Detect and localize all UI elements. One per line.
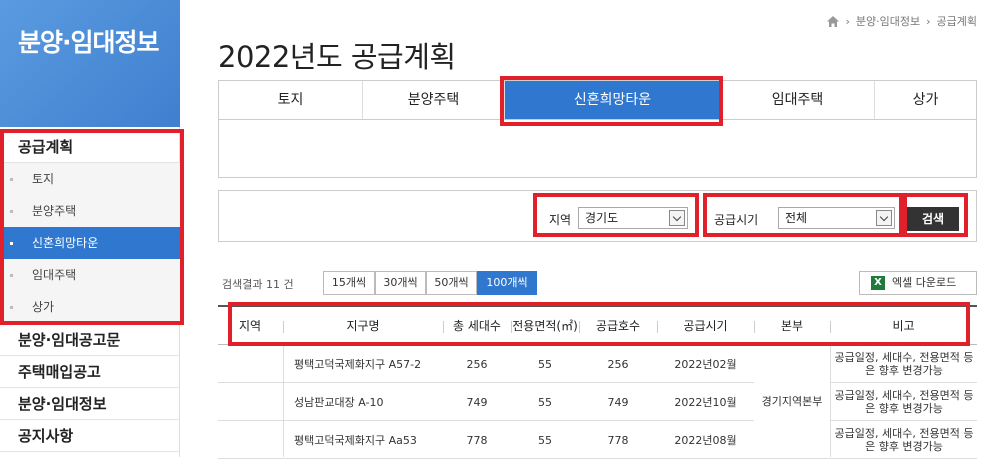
cell-region bbox=[218, 421, 282, 459]
tab-land[interactable]: 토지 bbox=[219, 81, 363, 119]
page-size-30[interactable]: 30개씩 bbox=[375, 271, 426, 295]
page-title: 2022년도 공급계획 bbox=[218, 40, 456, 74]
cell-region bbox=[218, 345, 282, 383]
cell-area: 55 bbox=[538, 433, 552, 447]
cell-note: 공급일정, 세대수, 전용면적 등은 향후 변경가능 bbox=[834, 351, 974, 377]
sidebar: 분양·임대정보 공급계획 토지 분양주택 신혼희망타운 임대주택 상가 분양·임… bbox=[0, 0, 180, 457]
chevron-right-icon: › bbox=[926, 14, 931, 28]
bullet-icon bbox=[10, 210, 13, 213]
sidebar-item-sale-housing[interactable]: 분양주택 bbox=[0, 195, 180, 227]
cell-period: 2022년10월 bbox=[674, 395, 737, 409]
excel-icon: X bbox=[871, 276, 885, 290]
sidebar-item-announcements[interactable]: 공지사항 bbox=[0, 420, 180, 452]
table-row: 평택고덕국제화지구 A57-2 256 55 256 2022년02월 공급일정… bbox=[218, 345, 977, 383]
breadcrumb: › 분양·임대정보 › 공급계획 bbox=[827, 13, 977, 29]
column-divider bbox=[830, 345, 831, 457]
cell-district[interactable]: 평택고덕국제화지구 A57-2 bbox=[294, 345, 439, 383]
sidebar-header: 분양·임대정보 bbox=[0, 0, 180, 127]
cell-supply: 749 bbox=[607, 395, 629, 409]
bullet-icon bbox=[10, 306, 13, 309]
col-hq: 본부 bbox=[780, 318, 804, 333]
bullet-icon bbox=[10, 242, 13, 245]
period-label: 공급시기 bbox=[714, 213, 759, 227]
cell-households: 749 bbox=[466, 395, 488, 409]
sidebar-item-newlywed-town[interactable]: 신혼희망타운 bbox=[0, 227, 180, 259]
cell-region bbox=[218, 383, 282, 421]
chevron-right-icon: › bbox=[845, 14, 850, 28]
region-select[interactable]: 경기도 bbox=[578, 207, 688, 229]
table-header: 지역 지구명 총 세대수 전용면적(㎡) 공급호수 공급시기 본부 비고 bbox=[218, 305, 977, 345]
sidebar-item-notice-docs[interactable]: 분양·임대공고문 bbox=[0, 324, 180, 356]
chevron-down-icon bbox=[876, 210, 892, 226]
col-region: 지역 bbox=[238, 318, 262, 333]
col-area: 전용면적(㎡) bbox=[512, 318, 578, 333]
tab-bar: 토지 분양주택 신혼희망타운 임대주택 상가 bbox=[218, 80, 977, 120]
breadcrumb-item[interactable]: 공급계획 bbox=[937, 13, 977, 29]
column-divider bbox=[283, 345, 284, 457]
page-size-15[interactable]: 15개씩 bbox=[323, 271, 375, 295]
table-row: 평택고덕국제화지구 Aa53 778 55 778 2022년08월 공급일정,… bbox=[218, 421, 977, 459]
cell-hq-merged: 경기지역본부 bbox=[754, 345, 830, 457]
sidebar-item-rental-housing[interactable]: 임대주택 bbox=[0, 259, 180, 291]
col-note: 비고 bbox=[892, 318, 915, 333]
sidebar-section-supply-plan[interactable]: 공급계획 bbox=[0, 131, 180, 163]
tab-newlywed-town[interactable]: 신혼희망타운 bbox=[505, 81, 721, 119]
excel-download-button[interactable]: X 엑셀 다운로드 bbox=[859, 271, 977, 295]
sidebar-item-housing-purchase[interactable]: 주택매입공고 bbox=[0, 356, 180, 388]
tab-commercial[interactable]: 상가 bbox=[875, 81, 976, 119]
col-district: 지구명 bbox=[346, 318, 380, 333]
cell-supply: 256 bbox=[607, 357, 629, 371]
breadcrumb-item[interactable]: 분양·임대정보 bbox=[856, 13, 920, 29]
sidebar-item-sale-rent-info[interactable]: 분양·임대정보 bbox=[0, 388, 180, 420]
chevron-down-icon bbox=[669, 210, 685, 226]
page-size-100[interactable]: 100개씩 bbox=[477, 271, 537, 295]
sidebar-item-commercial[interactable]: 상가 bbox=[0, 291, 180, 323]
cell-area: 55 bbox=[538, 395, 552, 409]
col-period: 공급시기 bbox=[683, 318, 728, 333]
cell-period: 2022년08월 bbox=[674, 433, 737, 447]
result-count: 검색결과 11 건 bbox=[222, 278, 294, 291]
sidebar-item-land[interactable]: 토지 bbox=[0, 163, 180, 195]
cell-note: 공급일정, 세대수, 전용면적 등은 향후 변경가능 bbox=[834, 427, 974, 453]
cell-households: 778 bbox=[466, 433, 488, 447]
cell-note: 공급일정, 세대수, 전용면적 등은 향후 변경가능 bbox=[834, 389, 974, 415]
cell-supply: 778 bbox=[607, 433, 629, 447]
period-select[interactable]: 전체 bbox=[778, 207, 895, 229]
bullet-icon bbox=[10, 178, 13, 181]
cell-district[interactable]: 평택고덕국제화지구 Aa53 bbox=[294, 421, 439, 459]
table-row: 성남판교대장 A-10 749 55 749 2022년10월 공급일정, 세대… bbox=[218, 383, 977, 421]
sidebar-title: 분양·임대정보 bbox=[18, 28, 160, 57]
region-label: 지역 bbox=[549, 213, 572, 227]
page-size-50[interactable]: 50개씩 bbox=[426, 271, 477, 295]
cell-households: 256 bbox=[466, 357, 488, 371]
cell-period: 2022년02월 bbox=[674, 357, 737, 371]
home-icon[interactable] bbox=[827, 15, 840, 27]
tab-sale-housing[interactable]: 분양주택 bbox=[363, 81, 505, 119]
bullet-icon bbox=[10, 274, 13, 277]
search-button[interactable]: 검색 bbox=[907, 207, 959, 231]
tab-panel bbox=[218, 120, 977, 178]
col-households: 총 세대수 bbox=[453, 318, 501, 333]
col-supply: 공급호수 bbox=[595, 318, 641, 333]
cell-district[interactable]: 성남판교대장 A-10 bbox=[294, 383, 439, 421]
tab-rental-housing[interactable]: 임대주택 bbox=[721, 81, 875, 119]
cell-area: 55 bbox=[538, 357, 552, 371]
